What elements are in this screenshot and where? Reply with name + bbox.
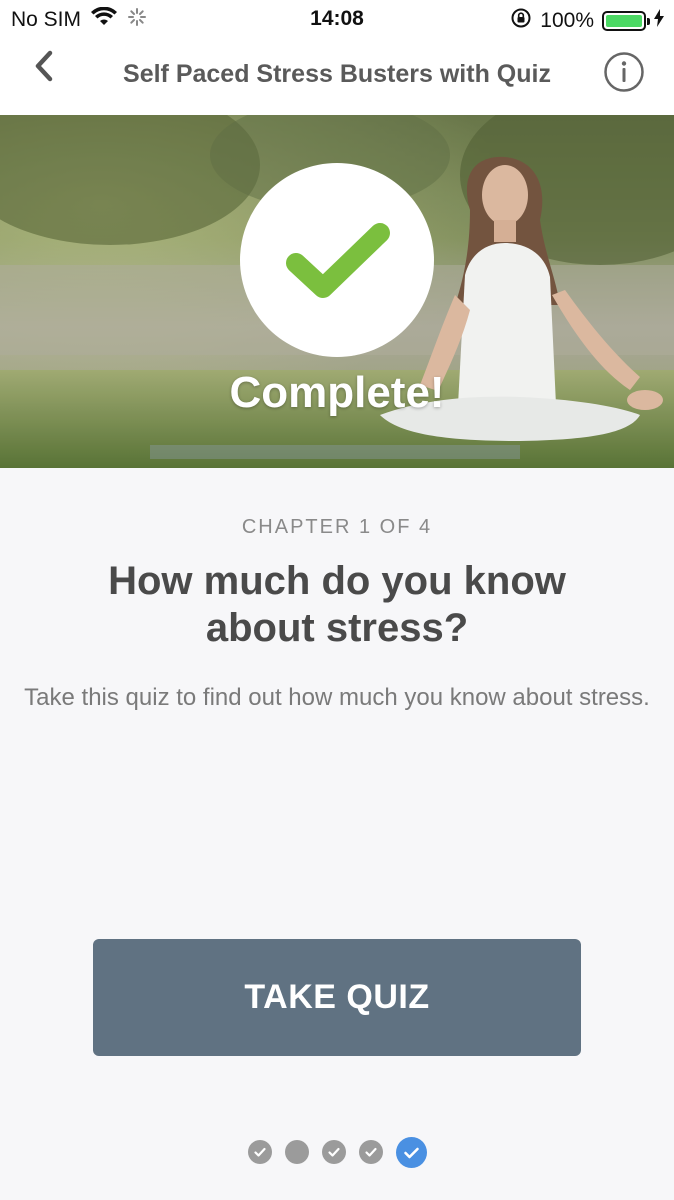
orientation-lock-icon	[510, 7, 532, 35]
chapter-label: CHAPTER 1 OF 4	[241, 516, 433, 538]
nav-bar: Self Paced Stress Busters with Quiz	[0, 38, 674, 115]
take-quiz-button[interactable]: TAKE QUIZ	[93, 939, 581, 1056]
page-dot-3[interactable]	[321, 1140, 346, 1164]
status-bar: No SIM 14:08 100%	[0, 0, 674, 38]
quiz-description: Take this quiz to find out how much you …	[24, 684, 650, 711]
page-dot-5-current[interactable]	[395, 1137, 427, 1168]
info-icon	[604, 52, 644, 92]
check-icon	[403, 1147, 419, 1159]
charging-icon	[654, 9, 664, 33]
page-dot-2[interactable]	[284, 1140, 309, 1164]
completion-status: Complete!	[229, 368, 445, 417]
quiz-title: How much do you know about stress?	[108, 559, 566, 650]
check-icon	[327, 1147, 340, 1157]
page-indicator	[0, 1137, 674, 1168]
info-button[interactable]	[603, 51, 645, 93]
page-title: Self Paced Stress Busters with Quiz	[123, 60, 551, 88]
checkmark-icon	[286, 223, 390, 298]
check-icon	[253, 1147, 266, 1157]
status-right: 100%	[510, 7, 664, 35]
hero-banner: Complete!	[0, 115, 674, 468]
battery-icon	[602, 11, 650, 31]
page-dot-1[interactable]	[247, 1140, 272, 1164]
battery-percent: 100%	[540, 9, 594, 32]
page-dot-4[interactable]	[358, 1140, 383, 1164]
completion-badge	[240, 163, 434, 357]
check-icon	[364, 1147, 377, 1157]
